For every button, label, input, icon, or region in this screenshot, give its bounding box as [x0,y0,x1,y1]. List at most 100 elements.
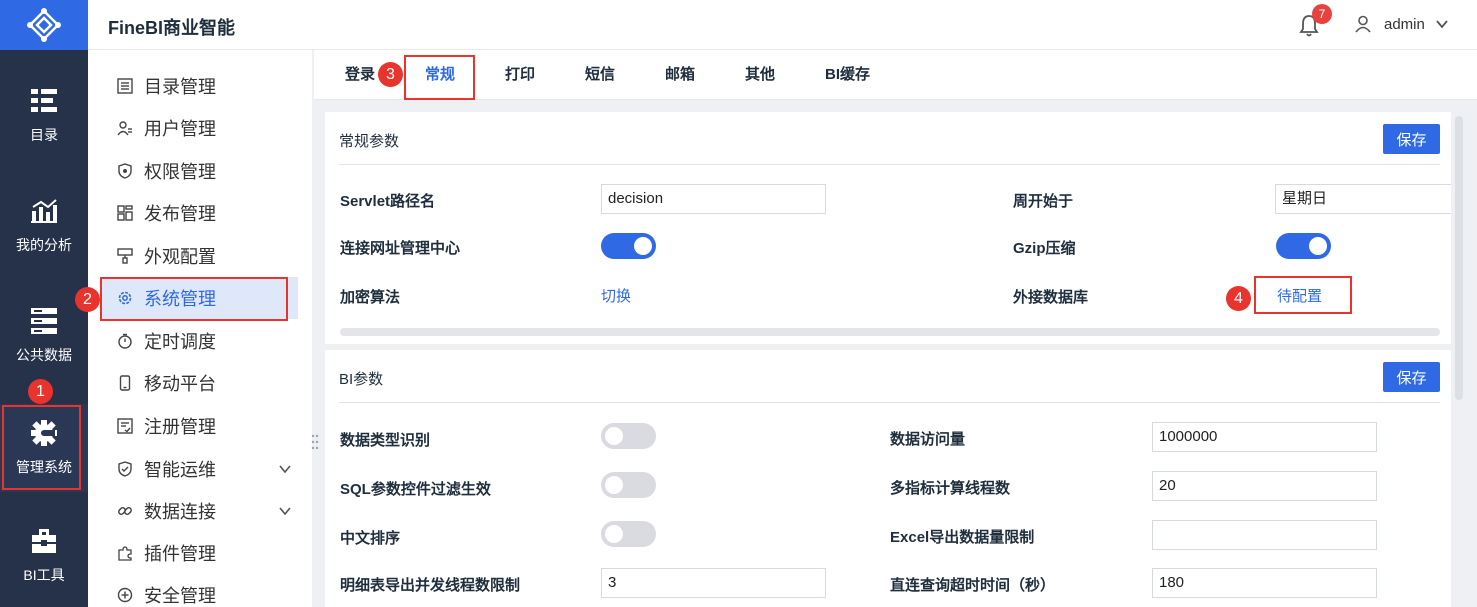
analysis-icon [30,197,58,225]
annotation-marker: 1 [28,379,53,404]
annotation-box-admin [2,405,81,490]
rail-item-public-data[interactable]: 公共数据 [0,292,88,380]
week-start-label: 周开始于 [1013,193,1074,210]
rail-item-label: BI工具 [23,567,65,583]
menu-item-label: 智能运维 [144,460,216,480]
ops-shield-icon [116,460,134,478]
external-db-label: 外接数据库 [1013,289,1089,306]
drag-handle-icon[interactable] [311,433,319,451]
annotation-marker: 3 [378,62,403,87]
menu-item-label: 外观配置 [144,247,216,267]
encryption-label: 加密算法 [340,289,401,306]
tab-bi-cache[interactable]: BI缓存 [825,50,870,100]
menu-item-intelligent-ops[interactable]: 智能运维 [102,448,298,490]
menu-item-label: 用户管理 [144,119,216,139]
rail-item-label: 公共数据 [16,347,72,363]
gzip-label: Gzip压缩 [1013,240,1076,257]
panel-title: 常规参数 [339,133,400,150]
menu-item-mobile-platform[interactable]: 移动平台 [102,362,298,404]
menu-item-user-management[interactable]: 用户管理 [102,107,298,149]
rail-item-catalog[interactable]: 目录 [0,72,88,160]
vertical-scrollbar[interactable] [1455,116,1463,400]
chevron-down-icon [1436,20,1448,29]
detail-export-threads-input[interactable]: 3 [601,568,826,598]
tab-login[interactable]: 登录 [345,50,375,100]
tab-other[interactable]: 其他 [745,50,775,100]
switch-encryption-link[interactable]: 切换 [601,285,631,306]
rail-item-my-analysis[interactable]: 我的分析 [0,182,88,270]
tab-sms[interactable]: 短信 [585,50,615,100]
servlet-path-input[interactable]: decision [601,184,826,214]
week-start-select[interactable]: 星期日 [1275,184,1451,214]
tab-print[interactable]: 打印 [505,50,535,100]
public-data-icon [30,307,58,335]
user-menu[interactable]: admin [1354,15,1449,33]
data-type-detection-label: 数据类型识别 [340,432,431,449]
menu-item-label: 注册管理 [144,417,216,437]
menu-item-catalog-management[interactable]: 目录管理 [102,65,298,107]
menu-item-label: 权限管理 [144,162,216,182]
shield-icon [116,162,134,180]
calc-threads-label: 多指标计算线程数 [890,480,1011,497]
menu-item-plugin-management[interactable]: 插件管理 [102,532,298,574]
publish-icon [116,204,134,222]
panel-title: BI参数 [339,371,384,388]
query-timeout-label: 直连查询超时时间（秒） [890,577,1056,594]
register-icon [116,417,134,435]
annotation-box-external-db [1254,276,1352,314]
sql-filter-label: SQL参数控件过滤生效 [340,481,491,498]
annotation-box-system [100,277,288,321]
calc-threads-input[interactable]: 20 [1152,471,1377,501]
app-logo[interactable] [0,0,88,50]
save-button[interactable]: 保存 [1383,362,1440,392]
menu-item-label: 定时调度 [144,332,216,352]
admin-sidebar: 目录管理 用户管理 权限管理 发布管理 外观配置 系统管理 定时调度 移动平台 … [88,50,312,607]
menu-item-label: 目录管理 [144,77,216,97]
gzip-toggle[interactable] [1276,233,1331,259]
connect-center-toggle[interactable] [601,233,656,259]
timer-icon [116,332,134,350]
excel-limit-input[interactable] [1152,520,1377,550]
tab-email[interactable]: 邮箱 [665,50,695,100]
connect-center-label: 连接网址管理中心 [340,240,461,257]
menu-item-label: 安全管理 [144,586,216,606]
rail-item-label: 我的分析 [16,237,72,253]
chinese-sort-label: 中文排序 [340,530,401,547]
menu-item-publish-management[interactable]: 发布管理 [102,192,298,234]
brush-icon [116,247,134,265]
user-icon [1355,15,1371,33]
horizontal-scrollbar[interactable] [340,328,1440,336]
menu-item-permission-management[interactable]: 权限管理 [102,150,298,192]
rail-item-bi-tools[interactable]: BI工具 [0,512,88,600]
data-type-detection-toggle[interactable] [601,423,656,449]
app-title: FineBI商业智能 [108,18,236,38]
top-header: FineBI商业智能 7 admin [88,0,1477,50]
divider [339,402,1440,403]
data-access-input[interactable]: 1000000 [1152,422,1377,452]
menu-item-label: 移动平台 [144,374,216,394]
username: admin [1384,15,1425,33]
logo-icon [27,8,61,42]
mobile-icon [116,374,134,392]
chevron-down-icon [279,507,291,516]
menu-item-label: 数据连接 [144,502,216,522]
save-button[interactable]: 保存 [1383,124,1440,154]
menu-item-data-connection[interactable]: 数据连接 [102,490,298,532]
toolbox-icon [30,527,58,555]
detail-export-threads-label: 明细表导出并发线程数限制 [340,577,521,594]
chinese-sort-toggle[interactable] [601,521,656,547]
query-timeout-input[interactable]: 180 [1152,568,1377,598]
user-list-icon [116,119,134,137]
menu-item-appearance-config[interactable]: 外观配置 [102,235,298,277]
menu-item-scheduling[interactable]: 定时调度 [102,320,298,362]
sql-filter-toggle[interactable] [601,472,656,498]
menu-item-registration[interactable]: 注册管理 [102,405,298,447]
annotation-box-general-tab [404,55,475,100]
menu-item-label: 插件管理 [144,544,216,564]
notification-badge: 7 [1312,4,1332,24]
bi-params-panel: BI参数 保存 数据类型识别 数据访问量 1000000 SQL参数控件过滤生效… [325,350,1451,607]
excel-limit-label: Excel导出数据量限制 [890,529,1035,546]
annotation-marker: 2 [75,287,100,312]
security-icon [116,586,134,604]
menu-item-security-management[interactable]: 安全管理 [102,574,298,607]
